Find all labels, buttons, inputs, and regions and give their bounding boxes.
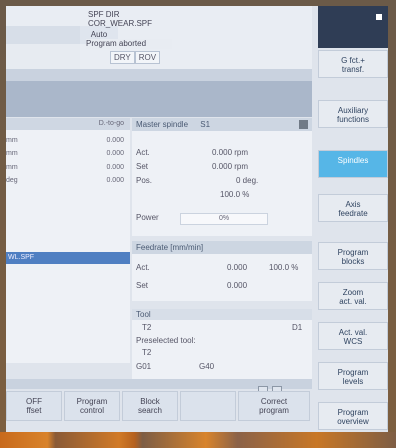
distance-to-go-header: D.-to-go bbox=[6, 118, 130, 130]
feed-act-label: Act. bbox=[136, 263, 150, 272]
tool-title: Tool bbox=[132, 309, 312, 320]
feedrate-panel: Feedrate [mm/min] Act. 0.000 100.0 % Set… bbox=[132, 241, 312, 301]
softkey-block-search[interactable]: Block search bbox=[122, 391, 178, 421]
axis-row: deg 0.000 bbox=[6, 177, 124, 184]
softkey-empty[interactable] bbox=[180, 391, 236, 421]
softkey-program-overview[interactable]: Program overview bbox=[318, 402, 388, 430]
channel-info bbox=[6, 44, 80, 69]
softkey-off[interactable]: OFF ffset bbox=[6, 391, 62, 421]
feed-act-value: 0.000 bbox=[227, 263, 248, 272]
spindle-pos-label: Pos. bbox=[136, 176, 153, 185]
feed-set-label: Set bbox=[136, 281, 149, 290]
program-flags: DRY ROV bbox=[110, 51, 161, 64]
spindle-set-label: Set bbox=[136, 162, 149, 171]
channel-box bbox=[6, 26, 80, 44]
axes-panel: D.-to-go mm 0.000 mm 0.000 mm 0.000 deg … bbox=[6, 118, 130, 363]
softkey-spindles[interactable]: Spindles bbox=[318, 150, 388, 178]
axis-row: mm 0.000 bbox=[6, 150, 124, 157]
flag-dry: DRY bbox=[110, 51, 135, 64]
spindle-act-value: 0.000 rpm bbox=[212, 148, 249, 157]
program-name-bar[interactable]: WL.SPF bbox=[6, 252, 130, 264]
status-header: Auto SPF DIR COR_WEAR.SPF Program aborte… bbox=[6, 6, 312, 69]
flag-rov: ROV bbox=[134, 51, 161, 64]
header-gradient bbox=[6, 81, 312, 117]
hmi-screen: Auto SPF DIR COR_WEAR.SPF Program aborte… bbox=[6, 6, 388, 432]
spindle-id: S1 bbox=[200, 120, 211, 129]
softkey-program-levels[interactable]: Program levels bbox=[318, 362, 388, 390]
axis-row: mm 0.000 bbox=[6, 137, 124, 144]
right-panel-top bbox=[318, 6, 388, 48]
header-band bbox=[6, 69, 312, 81]
axis-row: mm 0.000 bbox=[6, 164, 124, 171]
spindle-override: 100.0 % bbox=[220, 190, 250, 199]
spindle-pos-value: 0 deg. bbox=[236, 176, 259, 185]
softkey-program-control[interactable]: Program control bbox=[64, 391, 120, 421]
feed-act-percent: 100.0 % bbox=[269, 263, 299, 272]
spindle-title: Master spindle S1 bbox=[132, 118, 312, 131]
program-dir: SPF DIR bbox=[88, 10, 120, 19]
tool-panel: Tool T2 D1 Preselected tool: T2 G01 G40 bbox=[132, 309, 312, 379]
spindle-act-label: Act. bbox=[136, 148, 150, 157]
power-bar: 0% bbox=[180, 213, 268, 225]
machine-keys-strip bbox=[0, 432, 396, 448]
program-status: Program aborted bbox=[86, 39, 172, 49]
softkey-g-fct-transf[interactable]: G fct.+ transf. bbox=[318, 50, 388, 78]
softkey-program-blocks[interactable]: Program blocks bbox=[318, 242, 388, 270]
softkey-axis-feedrate[interactable]: Axis feedrate bbox=[318, 194, 388, 222]
preselected-tool: T2 bbox=[142, 348, 152, 357]
g-code-g01: G01 bbox=[136, 362, 152, 371]
program-path: SPF DIR COR_WEAR.SPF bbox=[88, 10, 152, 28]
program-file: COR_WEAR.SPF bbox=[88, 19, 153, 28]
g-code-g40: G40 bbox=[199, 362, 215, 371]
feed-set-value: 0.000 bbox=[227, 281, 248, 290]
tool-name: T2 bbox=[142, 323, 152, 332]
master-spindle-panel: Master spindle S1 Act. 0.000 rpm Set 0.0… bbox=[132, 118, 312, 236]
softkey-auxiliary-functions[interactable]: Auxiliary functions bbox=[318, 100, 388, 128]
softkey-act-val-wcs[interactable]: Act. val. WCS bbox=[318, 322, 388, 350]
cursor-icon bbox=[376, 14, 382, 20]
spindle-set-value: 0.000 rpm bbox=[212, 162, 249, 171]
spindle-icon bbox=[299, 120, 308, 129]
softkey-correct-program[interactable]: Correct program bbox=[238, 391, 310, 421]
tool-d: D1 bbox=[292, 323, 303, 332]
power-label: Power bbox=[136, 213, 159, 222]
feedrate-title: Feedrate [mm/min] bbox=[132, 241, 312, 254]
softkey-zoom-act-val[interactable]: Zoom act. val. bbox=[318, 282, 388, 310]
spindle-title-label: Master spindle bbox=[136, 120, 189, 129]
preselected-label: Preselected tool: bbox=[136, 336, 196, 345]
